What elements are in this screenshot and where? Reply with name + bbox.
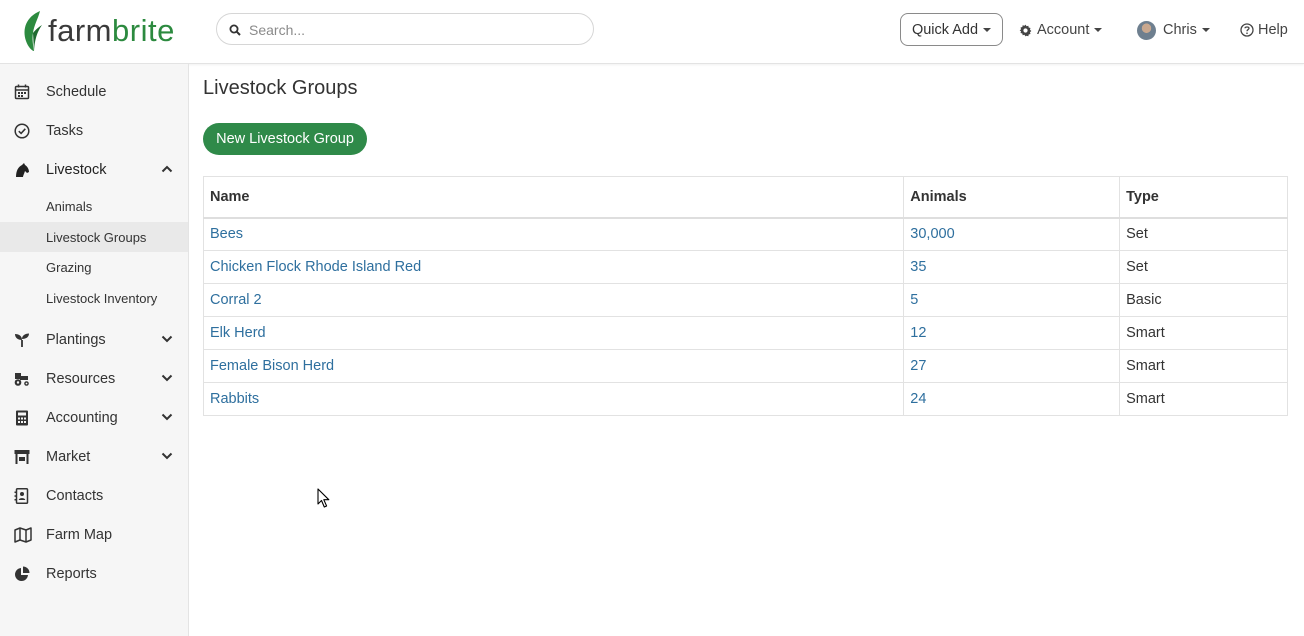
livestock-groups-table: Name Animals Type Bees 30,000 Set Chicke…	[203, 176, 1288, 416]
sidebar-item-contacts[interactable]: Contacts	[0, 477, 188, 515]
table-row: Chicken Flock Rhode Island Red 35 Set	[203, 250, 1288, 284]
leaf-logo-icon	[24, 11, 42, 51]
sidebar-item-livestock[interactable]: Livestock	[0, 151, 188, 189]
chevron-up-icon	[161, 165, 173, 173]
sidebar-subitem-livestock-groups[interactable]: Livestock Groups	[0, 222, 188, 252]
sidebar-item-resources[interactable]: Resources	[0, 360, 188, 398]
sidebar-subitem-animals[interactable]: Animals	[0, 191, 188, 221]
table-row: Rabbits 24 Smart	[203, 382, 1288, 416]
map-icon	[14, 527, 32, 543]
sidebar-item-label: Livestock	[46, 162, 107, 178]
user-name: Chris	[1163, 22, 1197, 38]
chevron-down-icon	[161, 452, 173, 460]
tractor-icon	[14, 373, 29, 386]
page-title: Livestock Groups	[203, 77, 358, 99]
chevron-down-icon	[161, 413, 173, 421]
store-icon	[14, 450, 30, 464]
group-type: Smart	[1119, 316, 1288, 350]
sidebar-item-accounting[interactable]: Accounting	[0, 399, 188, 437]
sidebar-subitem-label: Grazing	[46, 259, 92, 275]
sidebar-item-label: Resources	[46, 371, 116, 387]
group-name-link[interactable]: Rabbits	[203, 382, 904, 416]
table-header-row: Name Animals Type	[203, 176, 1288, 219]
avatar	[1137, 20, 1156, 40]
quick-add-button[interactable]: Quick Add	[900, 13, 1003, 46]
calculator-icon	[16, 410, 28, 426]
sidebar-item-farm-map[interactable]: Farm Map	[0, 516, 188, 554]
group-name-link[interactable]: Chicken Flock Rhode Island Red	[203, 250, 904, 284]
sidebar-item-label: Accounting	[46, 410, 118, 426]
table-row: Corral 2 5 Basic	[203, 283, 1288, 317]
caret-down-icon	[1201, 28, 1210, 32]
animals-count-link[interactable]: 30,000	[903, 217, 1120, 251]
sidebar-item-label: Contacts	[46, 488, 104, 504]
question-circle-icon	[1240, 23, 1254, 37]
caret-down-icon	[983, 27, 992, 32]
sidebar-item-label: Farm Map	[46, 527, 113, 543]
search-box	[216, 13, 594, 45]
horse-head-icon	[16, 163, 29, 177]
logo-text-brite: brite	[112, 13, 175, 48]
account-label: Account	[1037, 22, 1090, 38]
top-navbar: farmbrite Quick Add Account Chris Help	[0, 0, 1304, 64]
sidebar-item-label: Reports	[46, 566, 97, 582]
help-label: Help	[1258, 22, 1288, 38]
quick-add-label: Quick Add	[911, 21, 979, 38]
sidebar: Schedule Tasks Livestock Animals Livesto…	[0, 64, 189, 636]
column-header-name[interactable]: Name	[203, 176, 904, 219]
logo-text-farm: farm	[48, 13, 112, 48]
group-type: Smart	[1119, 349, 1288, 383]
sidebar-subitem-grazing[interactable]: Grazing	[0, 252, 188, 282]
chevron-down-icon	[161, 335, 173, 343]
farmbrite-logo[interactable]: farmbrite	[20, 9, 175, 53]
address-book-icon	[14, 488, 29, 504]
animals-count-link[interactable]: 27	[903, 349, 1120, 383]
sidebar-item-plantings[interactable]: Plantings	[0, 321, 188, 359]
group-name-link[interactable]: Corral 2	[203, 283, 904, 317]
search-input[interactable]	[247, 20, 581, 40]
sidebar-item-market[interactable]: Market	[0, 438, 188, 476]
table-row: Female Bison Herd 27 Smart	[203, 349, 1288, 383]
sidebar-item-label: Tasks	[46, 123, 84, 139]
animals-count-link[interactable]: 12	[903, 316, 1120, 350]
sidebar-item-label: Plantings	[46, 332, 106, 348]
animals-count-link[interactable]: 5	[903, 283, 1120, 317]
new-livestock-group-button[interactable]: New Livestock Group	[203, 123, 367, 155]
group-name-link[interactable]: Female Bison Herd	[203, 349, 904, 383]
sidebar-subitem-label: Animals	[46, 198, 93, 214]
chevron-down-icon	[161, 374, 173, 382]
account-menu[interactable]: Account	[1019, 20, 1103, 40]
sidebar-item-tasks[interactable]: Tasks	[0, 112, 188, 150]
sidebar-item-label: Schedule	[46, 84, 107, 100]
column-header-type[interactable]: Type	[1119, 176, 1288, 219]
sidebar-item-schedule[interactable]: Schedule	[0, 73, 188, 111]
check-circle-icon	[14, 123, 30, 139]
pie-chart-icon	[15, 566, 30, 581]
sidebar-subitem-label: Livestock Inventory	[46, 290, 158, 306]
group-name-link[interactable]: Elk Herd	[203, 316, 904, 350]
group-type: Set	[1119, 250, 1288, 284]
caret-down-icon	[1094, 28, 1103, 32]
search-icon	[229, 24, 241, 36]
gear-icon	[1019, 24, 1032, 36]
table-row: Bees 30,000 Set	[203, 217, 1288, 251]
animals-count-link[interactable]: 24	[903, 382, 1120, 416]
sidebar-subitem-label: Livestock Groups	[46, 229, 147, 245]
help-link[interactable]: Help	[1240, 20, 1288, 40]
sidebar-item-label: Market	[46, 449, 91, 465]
group-type: Basic	[1119, 283, 1288, 317]
group-type: Smart	[1119, 382, 1288, 416]
animals-count-link[interactable]: 35	[903, 250, 1120, 284]
group-type: Set	[1119, 217, 1288, 251]
calendar-icon	[14, 84, 30, 100]
sidebar-subitem-livestock-inventory[interactable]: Livestock Inventory	[0, 283, 188, 313]
group-name-link[interactable]: Bees	[203, 217, 904, 251]
seedling-icon	[15, 333, 29, 347]
table-row: Elk Herd 12 Smart	[203, 316, 1288, 350]
user-menu[interactable]: Chris	[1137, 20, 1210, 40]
mouse-cursor-icon	[317, 488, 330, 508]
column-header-animals[interactable]: Animals	[903, 176, 1120, 219]
sidebar-item-reports[interactable]: Reports	[0, 555, 188, 593]
